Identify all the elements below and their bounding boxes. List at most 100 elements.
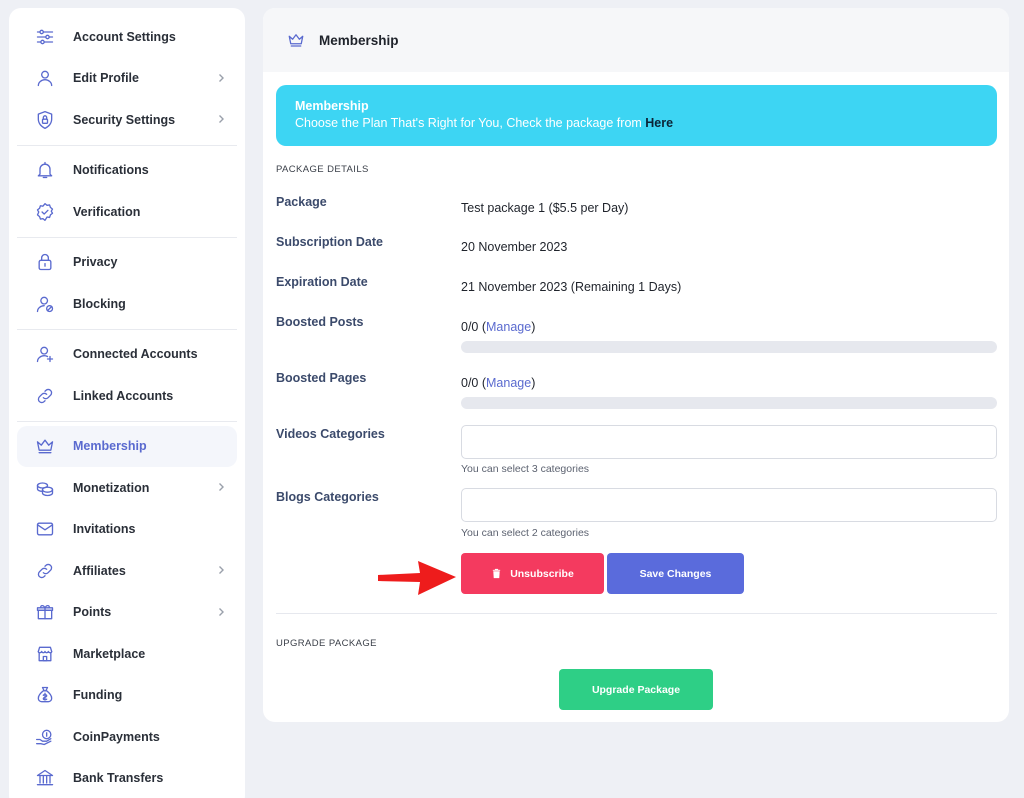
boosted-posts-close: ) <box>531 320 536 334</box>
sidebar-item-funding[interactable]: Funding <box>17 675 237 717</box>
sidebar-item-label: Account Settings <box>73 29 176 44</box>
unsubscribe-button[interactable]: Unsubscribe <box>461 553 604 594</box>
trash-icon <box>491 568 502 579</box>
sidebar-item-blocking[interactable]: Blocking <box>17 283 237 325</box>
sidebar-item-linked-accounts[interactable]: Linked Accounts <box>17 375 237 417</box>
page-header: Membership <box>263 8 1009 72</box>
sidebar-item-edit-profile[interactable]: Edit Profile <box>17 58 237 100</box>
sidebar-item-label: Membership <box>73 439 147 454</box>
sidebar-item-points[interactable]: Points <box>17 592 237 634</box>
sidebar-item-security-settings[interactable]: Security Settings <box>17 99 237 141</box>
red-arrow-annotation <box>378 561 456 595</box>
membership-banner: Membership Choose the Plan That's Right … <box>276 85 997 146</box>
sidebar-item-notifications[interactable]: Notifications <box>17 150 237 192</box>
sidebar-item-label: Points <box>73 605 112 620</box>
banner-text: Choose the Plan That's Right for You, Ch… <box>295 116 978 130</box>
banner-here-link[interactable]: Here <box>645 116 673 130</box>
package-label: Package <box>276 195 327 209</box>
save-changes-label: Save Changes <box>639 567 712 580</box>
sidebar-item-bank-transfers[interactable]: Bank Transfers <box>17 758 237 798</box>
bell-icon <box>35 160 55 180</box>
boosted-posts-label: Boosted Posts <box>276 315 364 329</box>
sidebar-group: Account Settings Edit Profile Security Set… <box>17 16 237 146</box>
coins-icon <box>35 478 55 498</box>
sliders-icon <box>35 27 55 47</box>
sidebar-item-membership[interactable]: Membership <box>17 425 237 467</box>
sidebar-item-connected-accounts[interactable]: Connected Accounts <box>17 334 237 376</box>
sidebar-item-label: Linked Accounts <box>73 388 174 403</box>
link-icon <box>35 386 55 406</box>
sidebar-item-privacy[interactable]: Privacy <box>17 242 237 284</box>
boosted-posts-manage-link[interactable]: Manage <box>486 320 531 334</box>
sidebar-item-verification[interactable]: Verification <box>17 191 237 233</box>
chevron-right-icon <box>215 71 227 86</box>
videos-categories-select[interactable] <box>461 425 997 459</box>
upgrade-package-heading: UPGRADE PACKAGE <box>276 638 377 649</box>
sidebar-item-label: Privacy <box>73 255 118 270</box>
sidebar: Account Settings Edit Profile Security Set… <box>9 8 245 798</box>
sidebar-item-label: CoinPayments <box>73 729 160 744</box>
boosted-pages-label: Boosted Pages <box>276 371 367 385</box>
blogs-categories-label: Blogs Categories <box>276 490 379 504</box>
package-details-heading: PACKAGE DETAILS <box>276 164 369 175</box>
banner-title: Membership <box>295 99 369 113</box>
sidebar-item-label: Marketplace <box>73 646 146 661</box>
sidebar-item-label: Security Settings <box>73 112 176 127</box>
expiration-date-label: Expiration Date <box>276 275 368 289</box>
subscription-date-value: 20 November 2023 <box>461 240 568 254</box>
page-title: Membership <box>319 32 399 48</box>
subscription-date-label: Subscription Date <box>276 235 383 249</box>
link-icon <box>35 561 55 581</box>
sidebar-group: Membership Monetization Invitations Affilia… <box>17 425 237 798</box>
sidebar-item-label: Notifications <box>73 163 149 178</box>
sidebar-item-coinpayments[interactable]: CoinPayments <box>17 716 237 758</box>
sidebar-item-label: Blocking <box>73 296 126 311</box>
sidebar-item-marketplace[interactable]: Marketplace <box>17 633 237 675</box>
sidebar-item-label: Connected Accounts <box>73 347 198 362</box>
user-plus-icon <box>35 344 55 364</box>
sidebar-group: Connected Accounts Linked Accounts <box>17 334 237 422</box>
sidebar-item-label: Verification <box>73 204 141 219</box>
sidebar-item-label: Affiliates <box>73 563 126 578</box>
sidebar-item-invitations[interactable]: Invitations <box>17 509 237 551</box>
videos-categories-hint: You can select 3 categories <box>461 463 590 475</box>
crown-icon <box>287 31 305 49</box>
videos-categories-label: Videos Categories <box>276 427 385 441</box>
user-icon <box>35 68 55 88</box>
blogs-categories-hint: You can select 2 categories <box>461 527 590 539</box>
lock-icon <box>35 252 55 272</box>
boosted-posts-count: 0/0 ( <box>461 320 487 334</box>
save-changes-button[interactable]: Save Changes <box>607 553 744 594</box>
boosted-pages-close: ) <box>531 376 536 390</box>
sidebar-item-affiliates[interactable]: Affiliates <box>17 550 237 592</box>
chevron-right-icon <box>215 480 227 495</box>
sidebar-item-label: Monetization <box>73 480 150 495</box>
upgrade-package-label: Upgrade Package <box>591 683 681 696</box>
boosted-pages-manage-link[interactable]: Manage <box>486 376 531 390</box>
store-icon <box>35 644 55 664</box>
bank-icon <box>35 768 55 788</box>
money-bag-icon <box>35 685 55 705</box>
sidebar-item-label: Funding <box>73 688 123 703</box>
boosted-posts-progress <box>461 341 997 353</box>
boosted-pages-progress <box>461 397 997 409</box>
sidebar-group: Notifications Verification <box>17 150 237 238</box>
upgrade-package-button[interactable]: Upgrade Package <box>559 669 713 710</box>
sidebar-group: Privacy Blocking <box>17 242 237 330</box>
chevron-right-icon <box>215 605 227 620</box>
chevron-right-icon <box>215 112 227 127</box>
boosted-pages-count: 0/0 ( <box>461 376 487 390</box>
sidebar-item-label: Bank Transfers <box>73 771 164 786</box>
shield-icon <box>35 110 55 130</box>
boosted-posts-value: 0/0 (Manage) <box>461 320 535 334</box>
crown-icon <box>35 436 55 456</box>
banner-text-body: Choose the Plan That's Right for You, Ch… <box>295 116 646 130</box>
expiration-date-value: 21 November 2023 (Remaining 1 Days) <box>461 280 682 294</box>
gift-icon <box>35 602 55 622</box>
unsubscribe-label: Unsubscribe <box>510 567 574 580</box>
blogs-categories-select[interactable] <box>461 488 997 522</box>
sidebar-item-label: Edit Profile <box>73 71 139 86</box>
sidebar-item-account-settings[interactable]: Account Settings <box>17 16 237 58</box>
coin-hand-icon <box>35 727 55 747</box>
sidebar-item-monetization[interactable]: Monetization <box>17 467 237 509</box>
